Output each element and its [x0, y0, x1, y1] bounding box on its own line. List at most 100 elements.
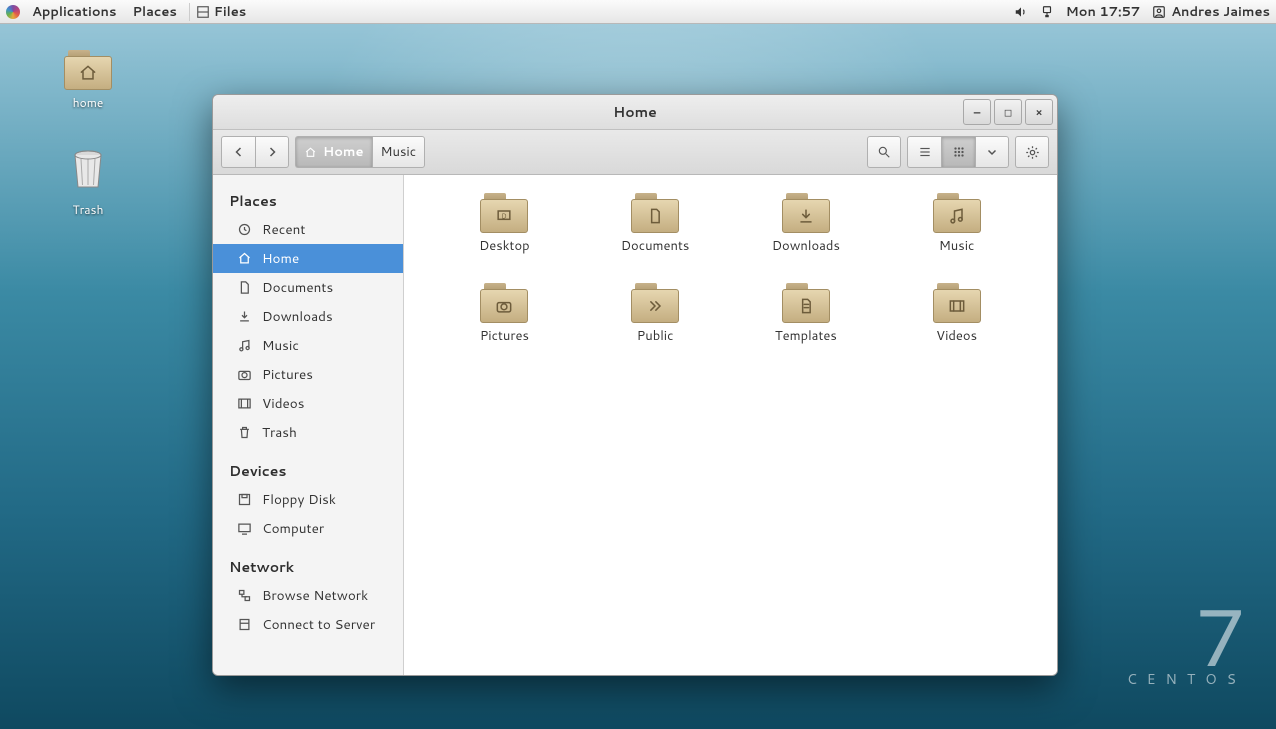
- folder-label: Music: [939, 237, 975, 255]
- sidebar-item-label: Browse Network: [262, 586, 368, 605]
- grid-icon: [952, 145, 966, 159]
- server-icon: [237, 617, 252, 632]
- clock[interactable]: Mon 17:57: [1066, 3, 1141, 21]
- folder-pictures[interactable]: Pictures: [434, 283, 575, 345]
- view-list-button[interactable]: [907, 136, 941, 168]
- window-titlebar[interactable]: Home — □ ×: [213, 95, 1057, 130]
- settings-button[interactable]: [1015, 136, 1049, 168]
- nav-back-button[interactable]: [221, 136, 255, 168]
- sidebar-header-places: Places: [213, 187, 403, 215]
- sidebar-item-label: Connect to Server: [262, 615, 375, 634]
- sidebar-item-label: Computer: [262, 519, 324, 538]
- sidebar-item-downloads[interactable]: Downloads: [213, 302, 403, 331]
- computer-icon: [237, 521, 252, 536]
- folder-public[interactable]: Public: [585, 283, 726, 345]
- folder-label: Videos: [936, 327, 977, 345]
- home-icon: [304, 146, 317, 159]
- chevron-left-icon: [233, 146, 245, 158]
- document-icon: [237, 280, 252, 295]
- sidebar-item-pictures[interactable]: Pictures: [213, 360, 403, 389]
- music-icon: [947, 206, 967, 226]
- sidebar-item-browse-network[interactable]: Browse Network: [213, 581, 403, 610]
- folder-label: Desktop: [479, 237, 530, 255]
- share-icon: [645, 296, 665, 316]
- list-icon: [918, 145, 932, 159]
- places-menu[interactable]: Places: [124, 3, 184, 21]
- sidebar-item-label: Trash: [262, 423, 297, 442]
- sidebar-header-network: Network: [213, 553, 403, 581]
- floppy-icon: [237, 492, 252, 507]
- taskbar-files-label: Files: [214, 3, 246, 21]
- sidebar-item-documents[interactable]: Documents: [213, 273, 403, 302]
- trash-icon: [64, 145, 112, 193]
- download-icon: [796, 206, 816, 226]
- trash-icon: [237, 425, 252, 440]
- user-menu[interactable]: Andres Jaimes: [1152, 3, 1270, 21]
- sidebar-item-computer[interactable]: Computer: [213, 514, 403, 543]
- applications-menu[interactable]: Applications: [24, 3, 124, 21]
- clock-icon: [237, 222, 252, 237]
- distro-logo-icon: [6, 5, 20, 19]
- sidebar-item-label: Documents: [262, 278, 333, 297]
- top-panel: Applications Places Files Mon 17:57 Andr…: [0, 0, 1276, 24]
- folder-label: Templates: [775, 327, 837, 345]
- window-maximize-button[interactable]: □: [994, 99, 1022, 125]
- home-icon: [237, 251, 252, 266]
- folder-label: Public: [637, 327, 674, 345]
- path-segment-home[interactable]: Home: [295, 136, 372, 168]
- window-title: Home: [613, 102, 657, 122]
- gear-icon: [1025, 145, 1040, 160]
- user-name: Andres Jaimes: [1171, 3, 1270, 21]
- camera-icon: [237, 367, 252, 382]
- video-icon: [237, 396, 252, 411]
- sidebar-item-label: Downloads: [262, 307, 333, 326]
- search-button[interactable]: [867, 136, 901, 168]
- sidebar-header-devices: Devices: [213, 457, 403, 485]
- window-close-button[interactable]: ×: [1025, 99, 1053, 125]
- chevron-down-icon: [986, 146, 998, 158]
- toolbar: Home Music: [213, 130, 1057, 175]
- sidebar-item-label: Pictures: [262, 365, 313, 384]
- sidebar-item-label: Music: [262, 336, 299, 355]
- folder-downloads[interactable]: Downloads: [736, 193, 877, 255]
- path-segment-music[interactable]: Music: [372, 136, 426, 168]
- sidebar-item-recent[interactable]: Recent: [213, 215, 403, 244]
- search-icon: [877, 145, 891, 159]
- folder-documents[interactable]: Documents: [585, 193, 726, 255]
- file-cabinet-icon: [196, 5, 210, 19]
- desktop-icon-home[interactable]: home: [48, 50, 128, 111]
- folder-label: Documents: [621, 237, 690, 255]
- sidebar-item-label: Videos: [262, 394, 304, 413]
- sidebar-item-connect-server[interactable]: Connect to Server: [213, 610, 403, 639]
- view-dropdown-button[interactable]: [975, 136, 1009, 168]
- video-icon: [947, 296, 967, 316]
- desktop-icon-trash-label: Trash: [48, 201, 128, 218]
- network-icon[interactable]: [1040, 3, 1054, 21]
- folder-label: Pictures: [480, 327, 529, 345]
- path-segment-music-label: Music: [381, 143, 417, 161]
- sidebar-item-home[interactable]: Home: [213, 244, 403, 273]
- nav-forward-button[interactable]: [255, 136, 289, 168]
- window-minimize-button[interactable]: —: [963, 99, 991, 125]
- folder-templates[interactable]: Templates: [736, 283, 877, 345]
- folder-videos[interactable]: Videos: [886, 283, 1027, 345]
- chevron-right-icon: [266, 146, 278, 158]
- sidebar-item-videos[interactable]: Videos: [213, 389, 403, 418]
- camera-icon: [494, 296, 514, 316]
- view-grid-button[interactable]: [941, 136, 975, 168]
- template-icon: [796, 296, 816, 316]
- file-grid: D Desktop Documents Downloads Music: [404, 175, 1057, 675]
- sidebar-item-music[interactable]: Music: [213, 331, 403, 360]
- desktop-glyph-icon: D: [494, 206, 514, 226]
- sidebar-item-trash[interactable]: Trash: [213, 418, 403, 447]
- sidebar-item-label: Home: [262, 249, 299, 268]
- volume-icon[interactable]: [1014, 3, 1028, 21]
- folder-music[interactable]: Music: [886, 193, 1027, 255]
- desktop-icon-home-label: home: [48, 94, 128, 111]
- svg-text:D: D: [502, 213, 507, 222]
- sidebar-item-floppy[interactable]: Floppy Disk: [213, 485, 403, 514]
- user-icon: [1152, 5, 1166, 19]
- desktop-icon-trash[interactable]: Trash: [48, 145, 128, 218]
- folder-desktop[interactable]: D Desktop: [434, 193, 575, 255]
- taskbar-files[interactable]: Files: [189, 3, 252, 21]
